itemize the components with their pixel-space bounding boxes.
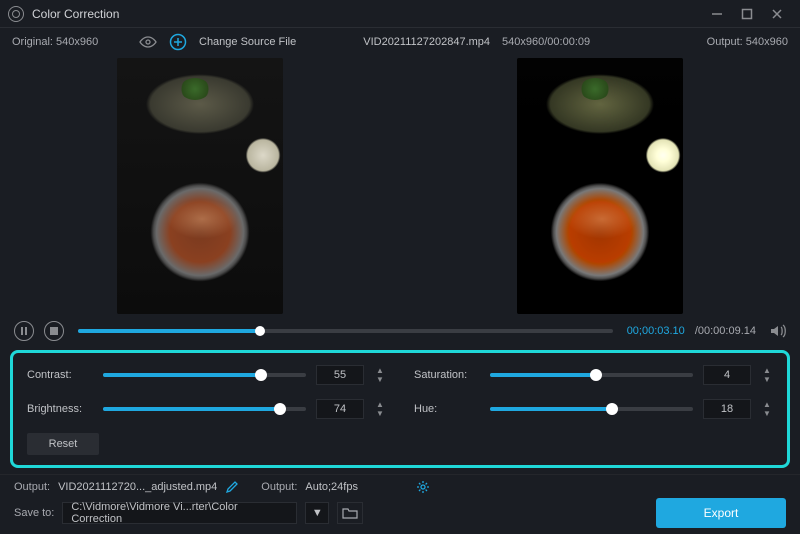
preview-row xyxy=(0,56,800,316)
brightness-value[interactable]: 74 xyxy=(316,399,364,419)
seek-track[interactable] xyxy=(78,329,613,333)
output-dimensions: Output: 540x960 xyxy=(707,36,788,48)
window-title: Color Correction xyxy=(32,7,702,21)
original-dimensions: Original: 540x960 xyxy=(12,36,127,48)
output-preview xyxy=(400,56,800,316)
preview-toggle-icon[interactable] xyxy=(139,36,157,48)
spin-up-icon: ▲ xyxy=(374,366,386,375)
output-format-label: Output: xyxy=(261,481,297,493)
output-row: Output: VID2021112720..._adjusted.mp4 Ou… xyxy=(0,474,800,498)
add-source-icon[interactable] xyxy=(169,33,187,51)
save-path-input[interactable]: C:\Vidmore\Vidmore Vi...rter\Color Corre… xyxy=(62,502,297,524)
stop-button[interactable] xyxy=(44,321,64,341)
output-format: Auto;24fps xyxy=(305,481,358,493)
color-correction-panel: Contrast: 55 ▲▼ Saturation: 4 ▲▼ Brightn… xyxy=(10,350,790,468)
hue-label: Hue: xyxy=(414,403,480,415)
hue-slider[interactable] xyxy=(490,402,693,416)
export-button[interactable]: Export xyxy=(656,498,786,528)
spin-down-icon: ▼ xyxy=(374,409,386,418)
saturation-value[interactable]: 4 xyxy=(703,365,751,385)
hue-row: Hue: 18 ▲▼ xyxy=(414,399,773,419)
seek-knob[interactable] xyxy=(255,326,265,336)
spin-down-icon: ▼ xyxy=(374,375,386,384)
open-folder-button[interactable] xyxy=(337,502,363,524)
spin-down-icon: ▼ xyxy=(761,375,773,384)
spin-down-icon: ▼ xyxy=(761,409,773,418)
original-preview xyxy=(0,56,400,316)
spin-up-icon: ▲ xyxy=(374,400,386,409)
pause-button[interactable] xyxy=(14,321,34,341)
save-row: Save to: C:\Vidmore\Vidmore Vi...rter\Co… xyxy=(0,498,800,534)
time-current: 00;00:03.10 xyxy=(627,325,685,337)
app-logo-icon xyxy=(8,6,24,22)
change-source-button[interactable]: Change Source File xyxy=(199,36,296,48)
saturation-slider[interactable] xyxy=(490,368,693,382)
brightness-spinner[interactable]: ▲▼ xyxy=(374,400,386,418)
saturation-label: Saturation: xyxy=(414,369,480,381)
info-bar: Original: 540x960 Change Source File VID… xyxy=(0,28,800,56)
seek-progress xyxy=(78,329,260,333)
save-path-dropdown[interactable]: ▼ xyxy=(305,502,329,524)
saturation-row: Saturation: 4 ▲▼ xyxy=(414,365,773,385)
maximize-button[interactable] xyxy=(732,4,762,24)
save-to-label: Save to: xyxy=(14,507,54,519)
time-total: /00:00:09.14 xyxy=(695,325,756,337)
titlebar: Color Correction xyxy=(0,0,800,28)
contrast-row: Contrast: 55 ▲▼ xyxy=(27,365,386,385)
reset-button[interactable]: Reset xyxy=(27,433,99,455)
output-settings-icon[interactable] xyxy=(416,480,430,494)
original-thumbnail xyxy=(117,58,283,314)
contrast-slider[interactable] xyxy=(103,368,306,382)
spin-up-icon: ▲ xyxy=(761,400,773,409)
source-filename: VID20211127202847.mp4 xyxy=(363,36,490,48)
contrast-value[interactable]: 55 xyxy=(316,365,364,385)
timeline: 00;00:03.10/00:00:09.14 xyxy=(0,316,800,346)
contrast-label: Contrast: xyxy=(27,369,93,381)
edit-filename-icon[interactable] xyxy=(225,480,239,494)
contrast-spinner[interactable]: ▲▼ xyxy=(374,366,386,384)
minimize-button[interactable] xyxy=(702,4,732,24)
output-file-label: Output: xyxy=(14,481,50,493)
output-filename: VID2021112720..._adjusted.mp4 xyxy=(58,481,217,493)
output-thumbnail xyxy=(517,58,683,314)
source-dims-time: 540x960/00:00:09 xyxy=(502,36,590,48)
volume-icon[interactable] xyxy=(770,324,786,338)
brightness-row: Brightness: 74 ▲▼ xyxy=(27,399,386,419)
hue-spinner[interactable]: ▲▼ xyxy=(761,400,773,418)
spin-up-icon: ▲ xyxy=(761,366,773,375)
hue-value[interactable]: 18 xyxy=(703,399,751,419)
brightness-slider[interactable] xyxy=(103,402,306,416)
close-button[interactable] xyxy=(762,4,792,24)
brightness-label: Brightness: xyxy=(27,403,93,415)
saturation-spinner[interactable]: ▲▼ xyxy=(761,366,773,384)
